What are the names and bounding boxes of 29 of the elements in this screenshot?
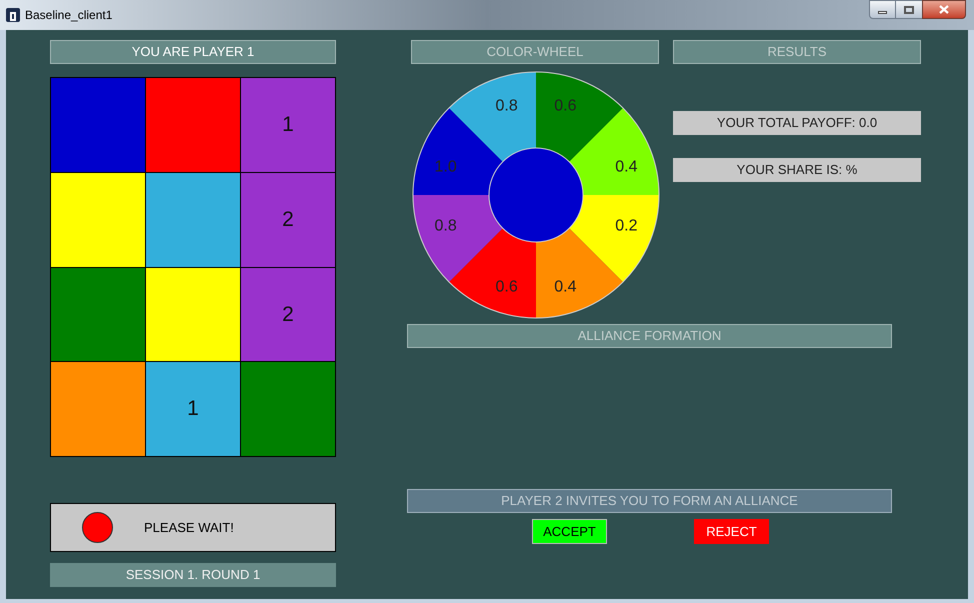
segment-label: 0.8 bbox=[434, 217, 457, 234]
segment-label: 0.4 bbox=[615, 158, 638, 176]
minimize-button[interactable] bbox=[869, 0, 896, 19]
close-icon bbox=[939, 5, 949, 14]
results-header: RESULTS bbox=[673, 40, 921, 64]
segment-label: 0.4 bbox=[554, 278, 576, 296]
close-button[interactable] bbox=[922, 0, 966, 19]
segment-label: 0.8 bbox=[496, 98, 518, 115]
segment-label: 0.6 bbox=[496, 278, 518, 296]
alliance-header: ALLIANCE FORMATION bbox=[407, 324, 892, 348]
invitation-banner: PLAYER 2 INVITES YOU TO FORM AN ALLIANCE bbox=[407, 489, 892, 513]
cell-number: 2 bbox=[282, 302, 294, 328]
accept-button[interactable]: ACCEPT bbox=[532, 519, 607, 544]
cell-number: 2 bbox=[282, 206, 294, 233]
segment-label: 0.6 bbox=[554, 98, 576, 115]
segment-label: 0.2 bbox=[615, 217, 638, 234]
payoff-field: YOUR TOTAL PAYOFF: 0.0 bbox=[673, 111, 921, 135]
segment-label: 1.0 bbox=[434, 158, 457, 176]
maximize-button[interactable] bbox=[896, 0, 922, 19]
cell-number: 1 bbox=[282, 112, 294, 138]
player-header: YOU ARE PLAYER 1 bbox=[50, 40, 336, 64]
app-icon bbox=[6, 8, 20, 22]
session-label: SESSION 1. ROUND 1 bbox=[50, 563, 336, 587]
window-title: Baseline_client1 bbox=[25, 7, 112, 24]
status-text: PLEASE WAIT! bbox=[144, 518, 234, 537]
reject-button[interactable]: REJECT bbox=[694, 519, 769, 544]
share-field: YOUR SHARE IS: % bbox=[673, 158, 921, 182]
color-wheel-header: COLOR-WHEEL bbox=[411, 40, 659, 64]
cell-number: 1 bbox=[187, 396, 199, 422]
